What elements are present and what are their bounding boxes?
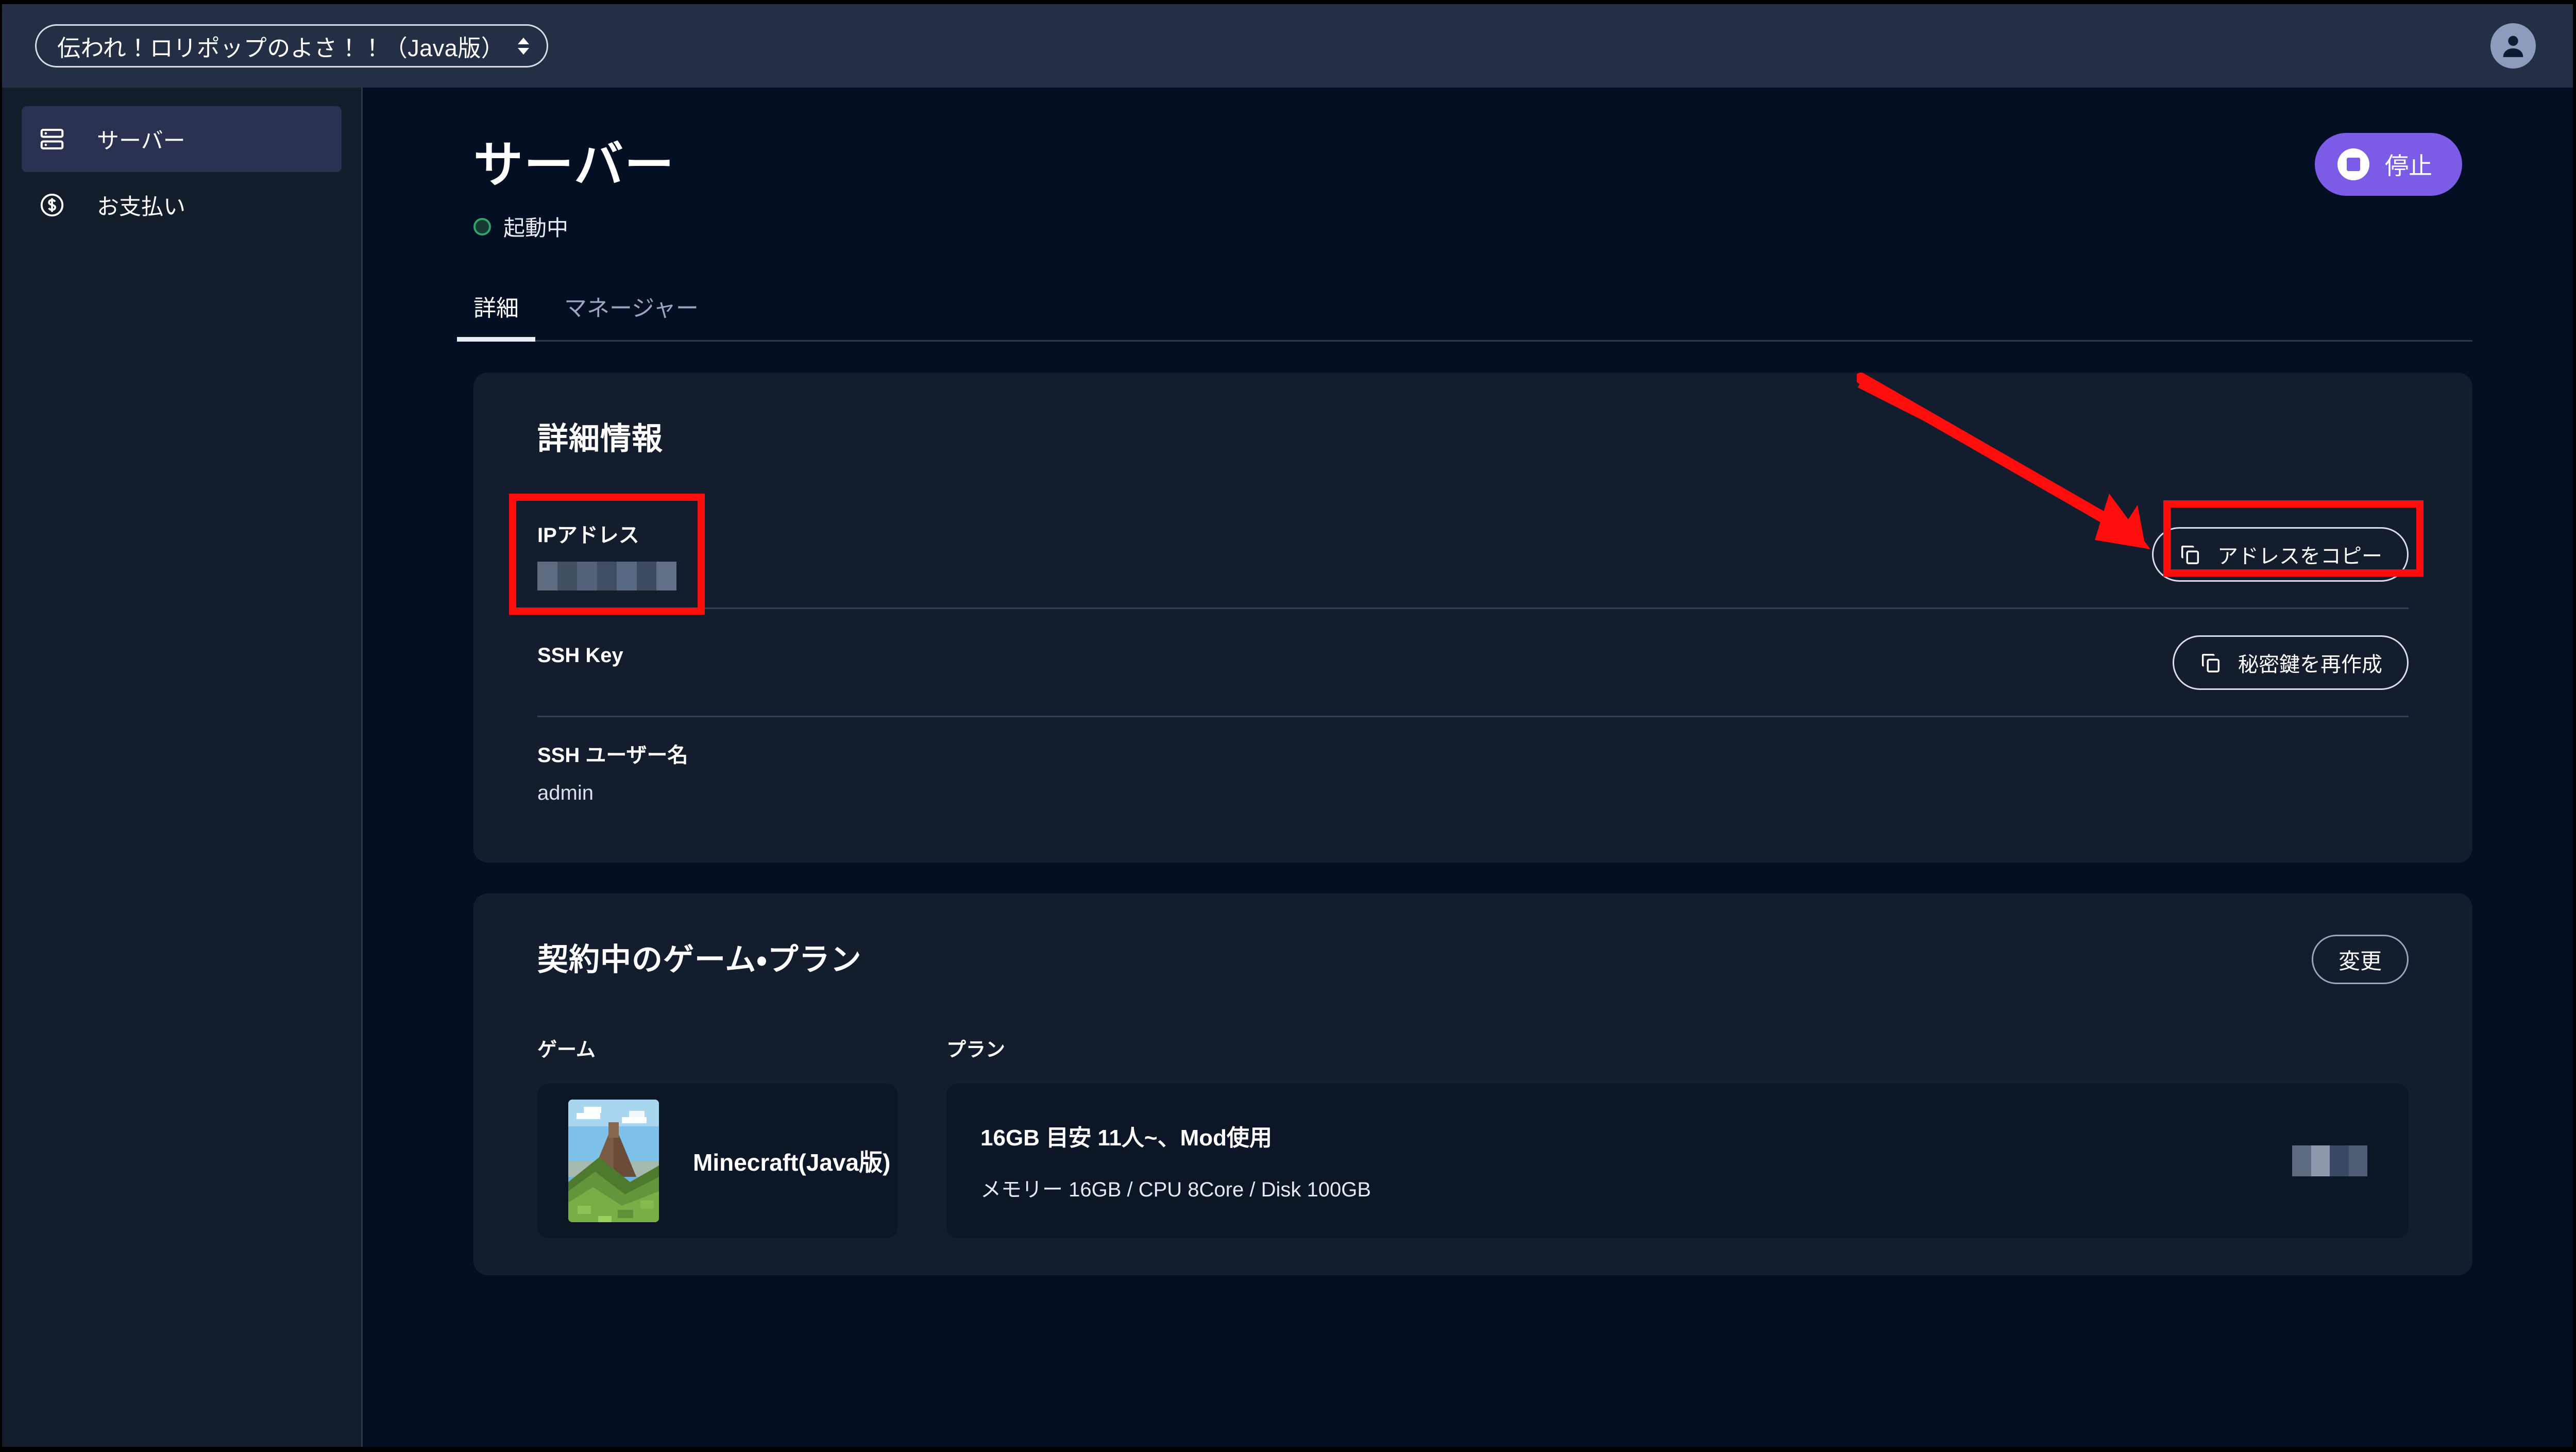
tab-label: マネージャー bbox=[564, 296, 699, 321]
contracted-game-plan-card: 契約中のゲーム・プラン 変更 ゲーム Minecraft(Java版) プラン … bbox=[473, 893, 2472, 1275]
dollar-circle-icon bbox=[38, 191, 75, 219]
plan-column-label: プラン bbox=[946, 1039, 1006, 1061]
sidebar-item-label: サーバー bbox=[97, 129, 185, 154]
sidebar-item-payment[interactable]: お支払い bbox=[22, 172, 342, 238]
status-indicator-dot bbox=[473, 217, 491, 235]
detail-info-card: 詳細情報 IPアドレス アドレスをコピー SSH Key 秘密鍵を再作成 SSH… bbox=[473, 373, 2472, 863]
main-content: サーバー 起動中 停止 詳細 マネージャー 詳細情報 IPアドレス アドレスをコ… bbox=[364, 88, 2573, 1447]
server-status: 起動中 bbox=[473, 211, 2573, 242]
plan-item[interactable]: 16GB 目安 11人~、Mod使用 メモリー 16GB / CPU 8Core… bbox=[946, 1084, 2409, 1238]
ssh-key-label: SSH Key bbox=[537, 644, 623, 667]
app-window: 伝われ！ロリポップのよさ！！（Java版） サーバー お支払い サーバー 起動中… bbox=[0, 0, 2576, 1452]
chevron-updown-icon bbox=[518, 37, 530, 55]
ip-address-value-redacted bbox=[537, 561, 677, 590]
ip-address-label: IPアドレス bbox=[537, 524, 639, 547]
user-avatar-icon[interactable] bbox=[2490, 23, 2536, 69]
copy-address-button-label: アドレスをコピー bbox=[2217, 545, 2382, 568]
stop-button-label: 停止 bbox=[2385, 153, 2432, 179]
copy-address-button[interactable]: アドレスをコピー bbox=[2152, 527, 2409, 582]
tab-label: 詳細 bbox=[473, 296, 519, 321]
sidebar: サーバー お支払い bbox=[2, 88, 363, 1447]
row-ssh-username: SSH ユーザー名 admin bbox=[537, 717, 2409, 825]
regenerate-private-key-button[interactable]: 秘密鍵を再作成 bbox=[2173, 635, 2409, 690]
plan-column: プラン 16GB 目安 11人~、Mod使用 メモリー 16GB / CPU 8… bbox=[946, 1034, 2409, 1238]
sidebar-item-label: お支払い bbox=[97, 195, 185, 220]
tab-details[interactable]: 詳細 bbox=[457, 290, 535, 342]
plan-name: 16GB 目安 11人~、Mod使用 bbox=[980, 1125, 1273, 1151]
minecraft-landscape-thumbnail bbox=[568, 1100, 659, 1222]
plan-grid: ゲーム Minecraft(Java版) プラン 16GB 目安 11人~、Mo… bbox=[537, 1034, 2409, 1238]
game-item[interactable]: Minecraft(Java版) bbox=[537, 1084, 898, 1238]
tab-manager[interactable]: マネージャー bbox=[564, 290, 699, 340]
plan-card-header: 契約中のゲーム・プラン 変更 bbox=[537, 935, 2409, 984]
sidebar-item-server[interactable]: サーバー bbox=[22, 106, 342, 172]
ssh-username-label: SSH ユーザー名 bbox=[537, 744, 688, 767]
regenerate-private-key-button-label: 秘密鍵を再作成 bbox=[2238, 653, 2382, 676]
copy-icon bbox=[2199, 651, 2223, 674]
row-ssh-key-text: SSH Key bbox=[537, 644, 623, 681]
server-selector-value: 伝われ！ロリポップのよさ！！（Java版） bbox=[57, 35, 505, 61]
row-ssh-username-text: SSH ユーザー名 admin bbox=[537, 738, 688, 805]
tab-bar: 詳細 マネージャー bbox=[457, 290, 2472, 342]
game-column-label: ゲーム bbox=[537, 1039, 596, 1061]
ssh-username-value: admin bbox=[537, 781, 594, 804]
plan-specs: メモリー 16GB / CPU 8Core / Disk 100GB bbox=[980, 1178, 1371, 1201]
plan-card-title: 契約中のゲーム・プラン bbox=[537, 942, 862, 977]
game-name: Minecraft(Java版) bbox=[693, 1149, 891, 1176]
game-column: ゲーム Minecraft(Java版) bbox=[537, 1034, 898, 1238]
page-title: サーバー bbox=[473, 138, 675, 193]
change-plan-button-label: 変更 bbox=[2338, 949, 2382, 973]
server-selector[interactable]: 伝われ！ロリポップのよさ！！（Java版） bbox=[35, 24, 549, 67]
status-label: 起動中 bbox=[503, 216, 569, 240]
row-ip-address: IPアドレス アドレスをコピー bbox=[537, 501, 2409, 609]
plan-price-redacted bbox=[2292, 1145, 2367, 1176]
copy-icon bbox=[2178, 543, 2202, 566]
change-plan-button[interactable]: 変更 bbox=[2312, 935, 2409, 984]
row-ip-address-text: IPアドレス bbox=[537, 518, 677, 590]
row-ssh-key: SSH Key 秘密鍵を再作成 bbox=[537, 609, 2409, 717]
plan-text: 16GB 目安 11人~、Mod使用 メモリー 16GB / CPU 8Core… bbox=[980, 1119, 1371, 1203]
stop-square-icon bbox=[2337, 148, 2369, 180]
top-bar: 伝われ！ロリポップのよさ！！（Java版） bbox=[2, 4, 2573, 88]
detail-card-title: 詳細情報 bbox=[537, 421, 663, 456]
stop-button[interactable]: 停止 bbox=[2315, 133, 2462, 196]
server-icon bbox=[38, 125, 75, 153]
page-header: サーバー 起動中 停止 bbox=[364, 88, 2573, 242]
